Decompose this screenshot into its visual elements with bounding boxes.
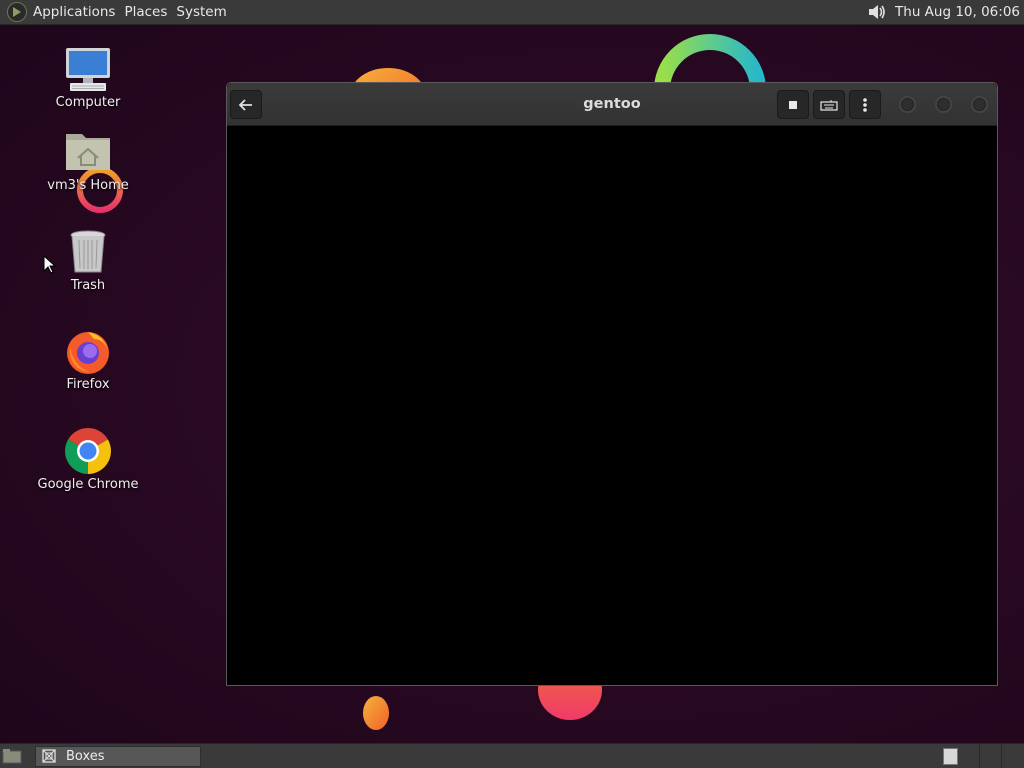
desktop-icon-firefox[interactable]: Firefox	[33, 327, 143, 392]
workspace-1[interactable]	[943, 748, 958, 765]
back-arrow-icon	[238, 98, 252, 111]
stop-icon	[789, 100, 797, 109]
desktop-icon-label: vm3's Home	[47, 178, 129, 193]
firefox-icon	[64, 327, 112, 375]
keyboard-button[interactable]	[813, 90, 845, 119]
taskbar-item-label: Boxes	[66, 748, 105, 764]
home-folder-icon	[64, 128, 112, 176]
top-panel: Applications Places System Thu Aug 10, 0…	[0, 0, 1024, 25]
minimize-button[interactable]	[899, 96, 916, 113]
desktop-icon-label: Google Chrome	[37, 477, 139, 492]
desktop-icon-computer[interactable]: Computer	[33, 45, 143, 110]
workspace-separator	[1001, 744, 1002, 768]
bottom-panel: Boxes	[0, 743, 1024, 768]
taskbar-item-boxes[interactable]: Boxes	[35, 745, 201, 767]
chrome-icon	[64, 427, 112, 475]
maximize-button[interactable]	[935, 96, 952, 113]
keyboard-icon	[820, 99, 838, 111]
close-button[interactable]	[971, 96, 988, 113]
window-title: gentoo	[583, 96, 641, 112]
vm-display[interactable]	[227, 126, 997, 685]
trash-icon	[64, 228, 112, 276]
stop-button[interactable]	[777, 90, 809, 119]
desktop-icon-chrome[interactable]: Google Chrome	[33, 427, 143, 492]
show-desktop-button[interactable]	[0, 744, 24, 768]
mouse-cursor-icon	[43, 255, 57, 274]
boxes-window: gentoo	[226, 82, 998, 686]
menu-applications[interactable]: Applications	[33, 0, 122, 25]
computer-icon	[64, 45, 112, 93]
desktop-icon-label: Firefox	[66, 377, 110, 392]
back-button[interactable]	[230, 90, 262, 119]
main-menu-logo-icon[interactable]	[7, 2, 27, 22]
desktop-icon-home[interactable]: vm3's Home	[33, 128, 143, 193]
window-titlebar[interactable]: gentoo	[227, 83, 997, 126]
show-desktop-icon	[2, 749, 22, 764]
menu-kebab-icon	[863, 97, 867, 112]
boxes-icon	[40, 748, 58, 764]
speaker-icon[interactable]	[865, 1, 889, 23]
menu-button[interactable]	[849, 90, 881, 119]
desktop-icon-label: Computer	[55, 95, 121, 110]
clock[interactable]: Thu Aug 10, 06:06	[895, 4, 1024, 20]
desktop-icon-label: Trash	[70, 278, 106, 293]
menu-system[interactable]: System	[176, 0, 233, 25]
workspace-separator	[979, 744, 980, 768]
menu-places[interactable]: Places	[124, 0, 174, 25]
